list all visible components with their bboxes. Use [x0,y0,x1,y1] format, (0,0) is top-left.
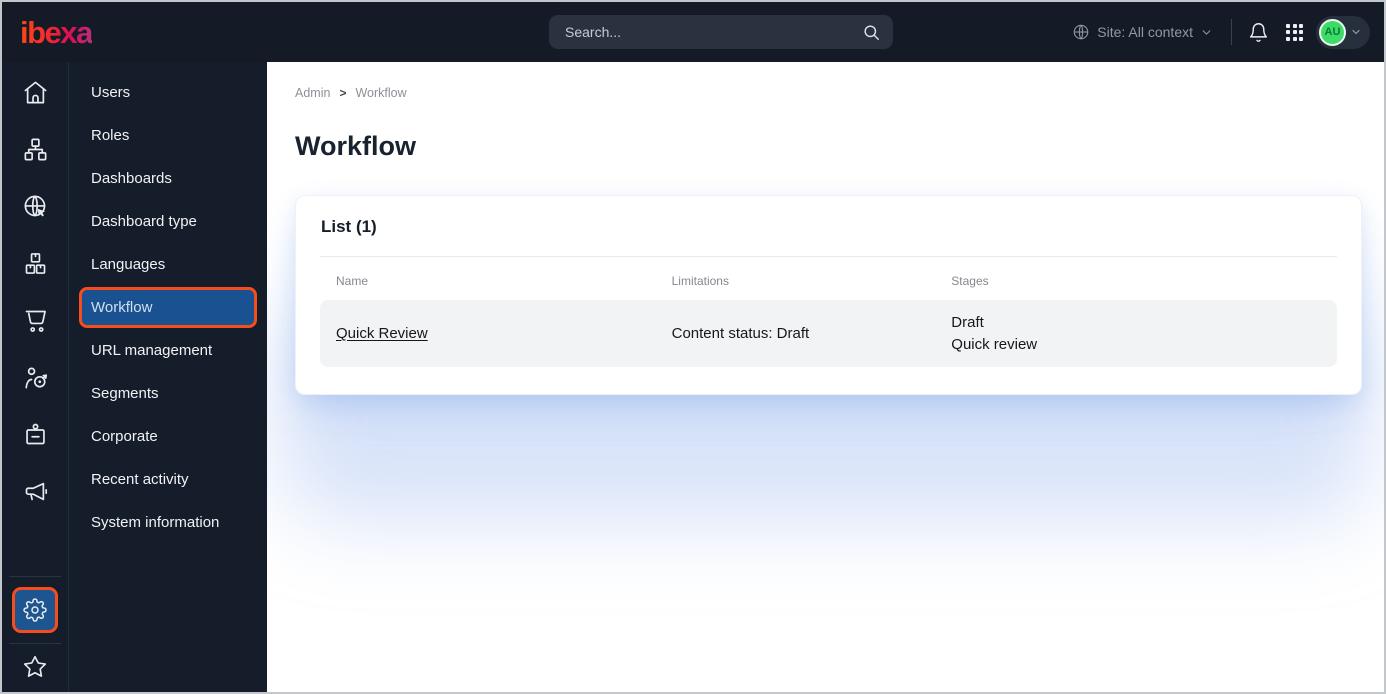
menu-item-corporate[interactable]: Corporate [69,415,267,458]
user-menu[interactable]: AU [1316,15,1370,49]
menu-item-url-management[interactable]: URL management [69,329,267,372]
site-globe-icon [24,195,45,217]
workflow-stages-cell: Draft Quick review [935,302,1337,366]
breadcrumb-workflow: Workflow [355,86,407,100]
menu-item-recent-activity[interactable]: Recent activity [69,458,267,501]
workflow-limitations-cell: Content status: Draft [671,325,810,342]
megaphone-icon [25,482,47,501]
menu-item-users[interactable]: Users [69,71,267,114]
rail-item-commerce[interactable] [2,292,68,349]
workflow-name-cell: Quick Review [320,315,656,352]
avatar[interactable]: AU [1319,18,1346,46]
rail-item-corporate[interactable] [2,406,68,463]
breadcrumb: Admin > Workflow [295,86,1384,100]
menu-item-languages[interactable]: Languages [69,243,267,286]
table-row: Quick Review Content status: Draft Draft… [320,300,1337,367]
notifications-bell-icon[interactable] [1248,22,1269,43]
menu-item-roles[interactable]: Roles [69,114,267,157]
admin-menu-panel: Users Roles Dashboards Dashboard type La… [68,62,267,692]
rail-item-personalization[interactable] [2,349,68,406]
menu-slot-workflow: Workflow [69,286,267,329]
menu-item-system-information[interactable]: System information [69,501,267,544]
breadcrumb-separator: > [339,86,347,100]
search-input[interactable] [565,24,862,40]
gear-icon [23,598,47,622]
column-header-limitations: Limitations [671,274,729,288]
topbar-right-cluster: Site: All context AU [1072,2,1370,62]
star-icon [23,655,47,677]
rail-item-marketing[interactable] [2,463,68,520]
content-tree-icon [24,138,46,161]
icon-rail [2,62,68,692]
id-badge-icon [25,423,45,445]
app-switcher-grid-icon[interactable] [1286,23,1303,41]
settings-gear-button[interactable] [12,587,58,633]
workflow-link[interactable]: Quick Review [336,325,428,342]
ibexa-logo[interactable]: ibexa [20,17,93,48]
breadcrumb-admin[interactable]: Admin [295,86,330,100]
page-title: Workflow [295,131,416,161]
search-icon[interactable] [862,23,881,42]
list-card-title: List (1) [321,217,377,236]
rail-item-bookmarks[interactable] [22,644,48,690]
top-bar: ibexa Site: All context [2,2,1384,62]
person-target-icon [24,367,47,389]
menu-item-dashboard-type[interactable]: Dashboard type [69,200,267,243]
globe-icon [1072,23,1090,41]
menu-item-segments[interactable]: Segments [69,372,267,415]
column-header-name: Name [336,274,369,288]
main-content: Admin > Workflow Workflow List (1) Name … [267,62,1384,692]
stage-item: Draft [951,313,984,331]
chevron-down-icon [1202,29,1211,35]
menu-item-dashboards[interactable]: Dashboards [69,157,267,200]
rail-item-home[interactable] [2,64,68,121]
rail-item-products[interactable] [2,235,68,292]
site-context-selector[interactable]: Site: All context [1072,23,1213,41]
rail-item-content-tree[interactable] [2,121,68,178]
app-window: ibexa Site: All context [0,0,1386,694]
rail-item-site[interactable] [2,178,68,235]
topbar-divider [1231,19,1232,45]
site-context-label: Site: All context [1097,24,1193,40]
workflow-list-card: List (1) Name Limitations Stages Quick R… [295,195,1362,395]
global-search[interactable] [549,15,893,49]
table-header: Name Limitations Stages [320,257,1337,300]
commerce-cart-icon [25,310,46,332]
home-icon [24,81,46,104]
column-header-stages: Stages [951,274,989,288]
stage-item: Quick review [951,335,1038,353]
menu-item-workflow-selected[interactable]: Workflow [79,287,257,328]
rail-item-admin-active [12,577,58,643]
chevron-down-icon [1352,29,1360,35]
product-boxes-icon [25,253,45,274]
